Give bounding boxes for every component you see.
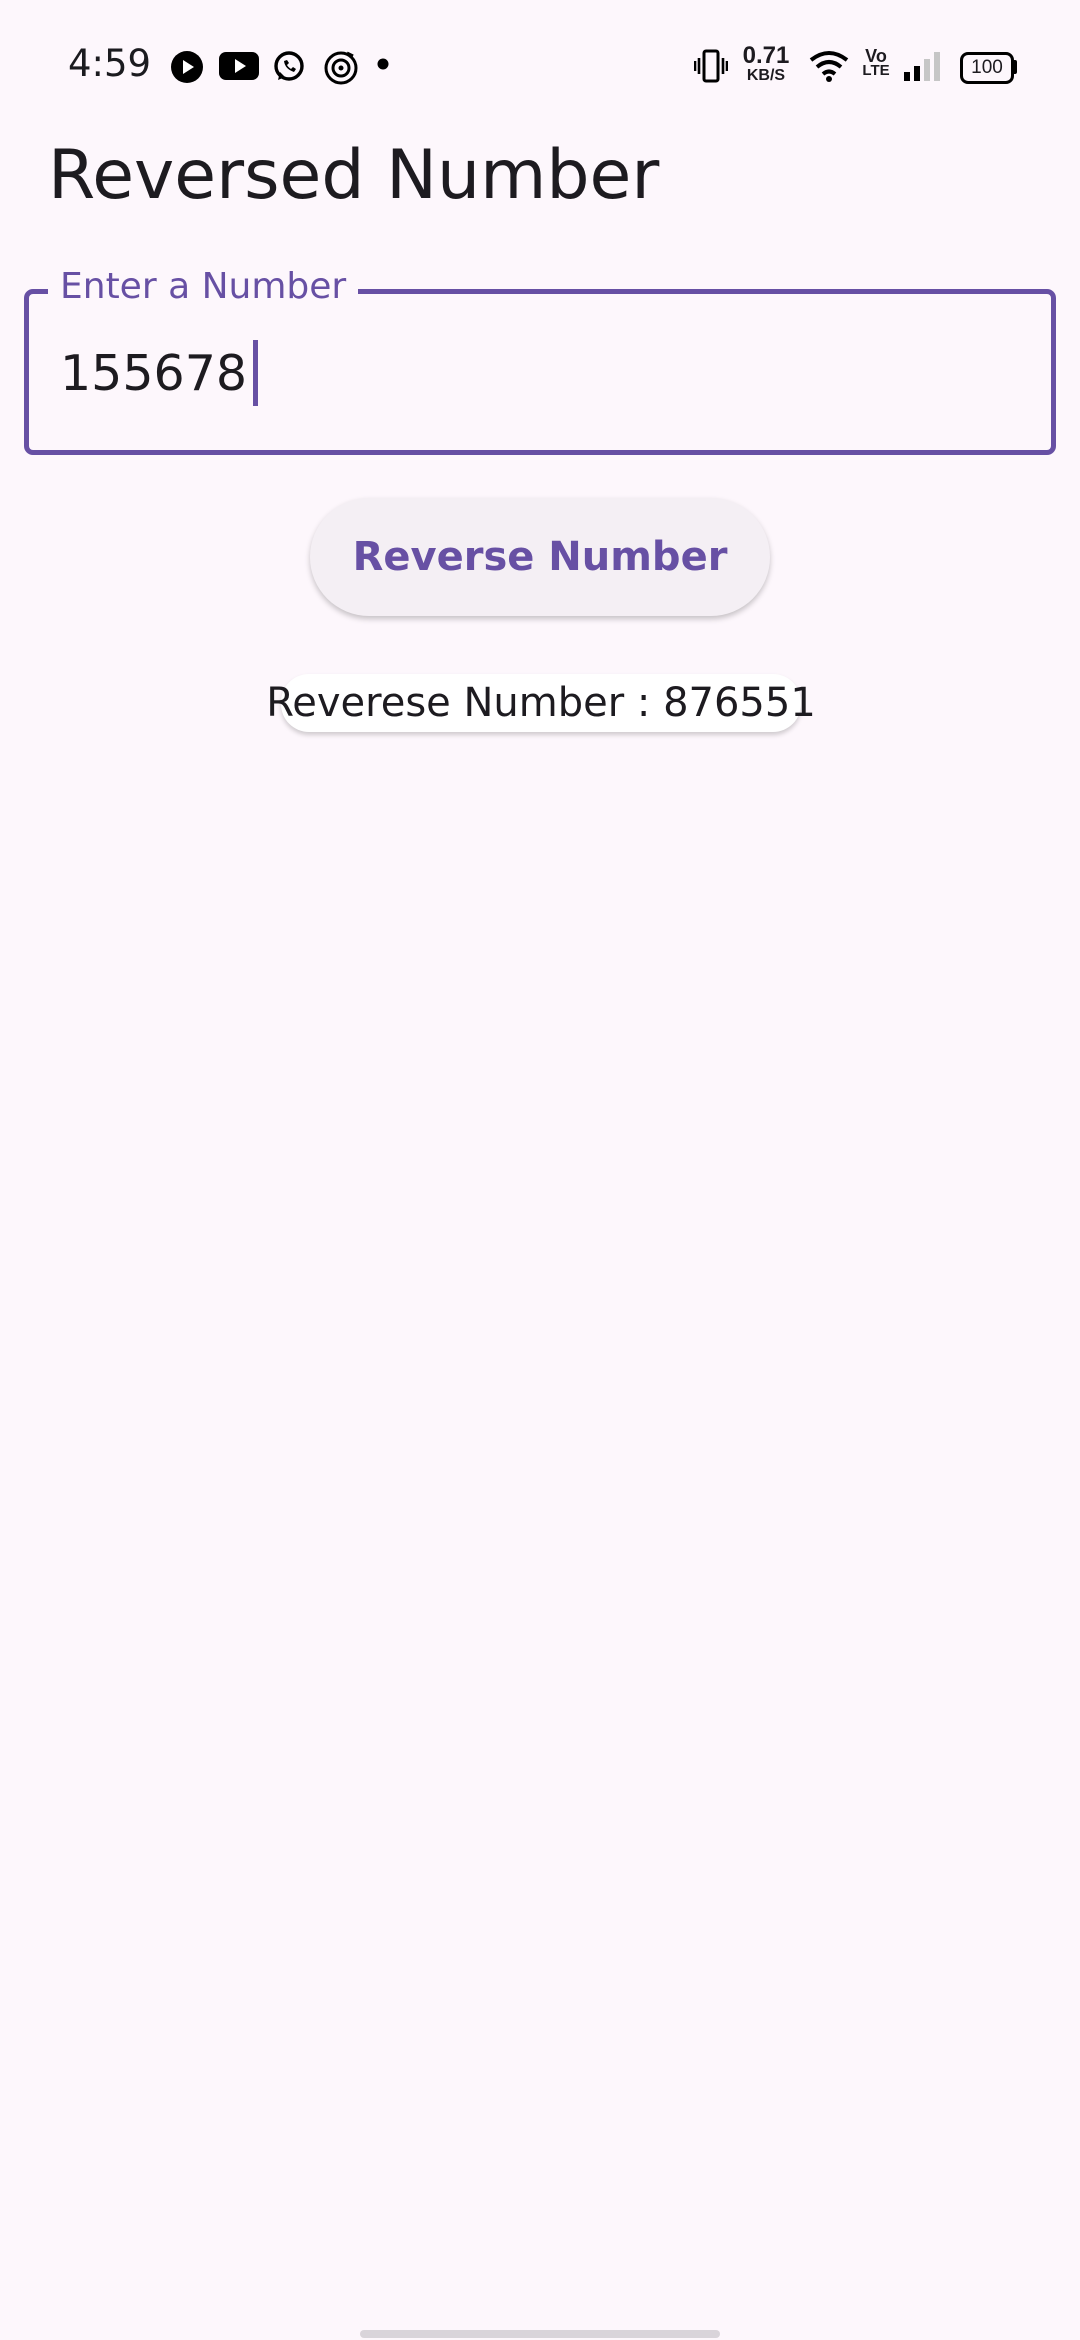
data-speed: 0.71 KB/S (740, 44, 792, 84)
reverse-number-button[interactable]: Reverse Number (310, 498, 770, 616)
page-title: Reversed Number (48, 136, 660, 215)
play-icon (171, 51, 203, 83)
battery-icon: 100 (960, 52, 1014, 84)
youtube-icon (219, 52, 259, 80)
volte-icon: Vo LTE (862, 47, 890, 80)
text-cursor (253, 340, 259, 406)
battery-level: 100 (971, 57, 1003, 78)
whatsapp-icon (274, 51, 304, 81)
data-speed-value: 0.71 (742, 42, 790, 69)
status-time: 4:59 (68, 42, 152, 85)
number-input-label: Enter a Number (48, 266, 359, 307)
wifi-icon (809, 51, 849, 82)
data-speed-unit: KB/S (746, 67, 786, 84)
number-input-value[interactable]: 155678 (60, 340, 259, 406)
music-icon (324, 51, 358, 85)
more-dot-icon (377, 58, 389, 70)
result-text: Reverese Number : 876551 (266, 674, 816, 732)
battery-tip (1013, 60, 1017, 74)
status-bar: 4:59 0.71 KB/S Vo LTE 100 (0, 0, 1080, 130)
vibrate-icon (694, 49, 728, 83)
signal-icon (904, 52, 940, 81)
number-input-text: 155678 (60, 344, 248, 402)
home-indicator[interactable] (360, 2330, 720, 2338)
volte-bottom-text: LTE (862, 62, 890, 80)
